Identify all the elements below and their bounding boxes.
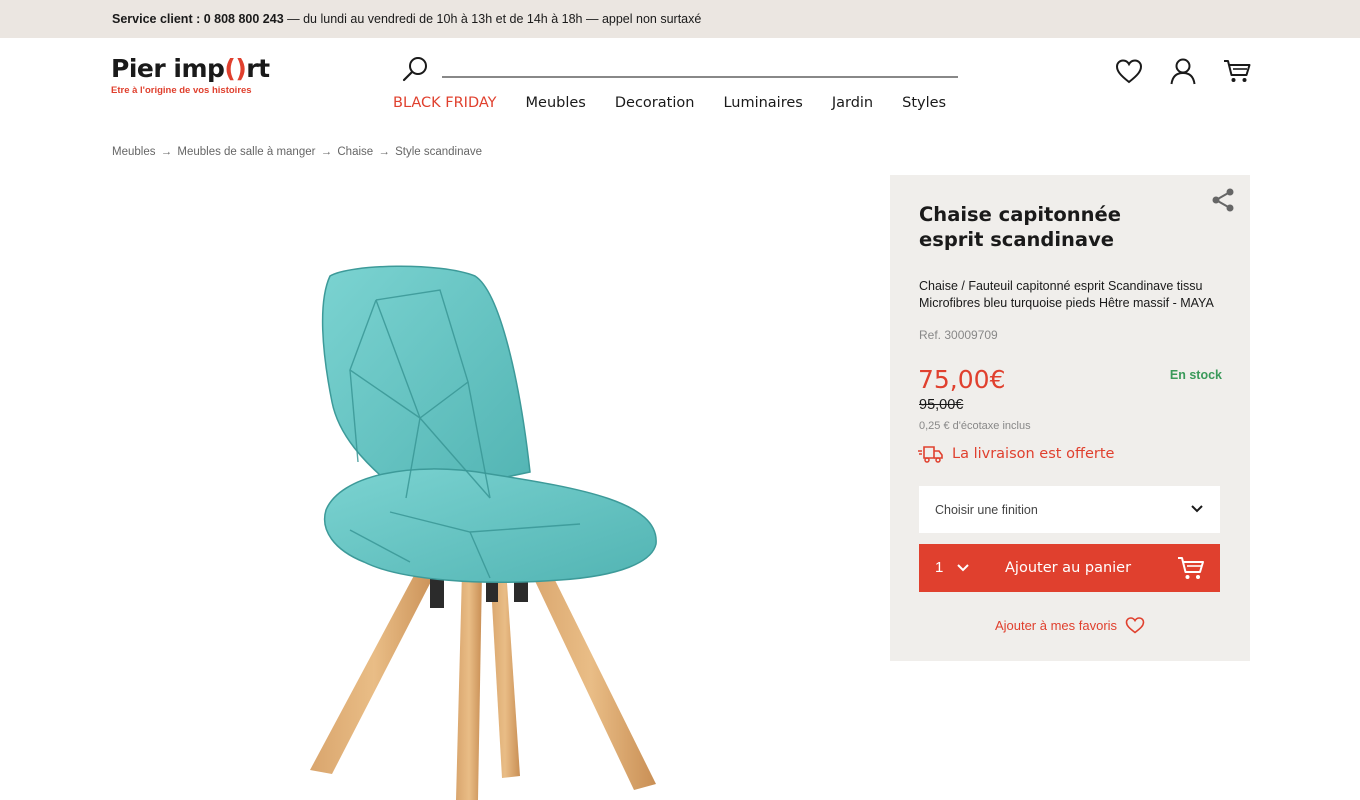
- cart-icon[interactable]: [1222, 56, 1252, 86]
- free-delivery-notice: La livraison est offerte: [918, 444, 1114, 464]
- main-nav: BLACK FRIDAY Meubles Decoration Luminair…: [393, 95, 946, 111]
- customer-service-phone: Service client : 0 808 800 243: [112, 12, 284, 26]
- customer-service-bar: Service client : 0 808 800 243 — du lund…: [0, 0, 1360, 38]
- cart-icon: [1178, 557, 1204, 579]
- breadcrumb-separator: →: [378, 146, 390, 158]
- quantity-select[interactable]: 1: [935, 544, 943, 592]
- add-to-favorites-link[interactable]: Ajouter à mes favoris: [890, 616, 1250, 634]
- breadcrumb-item[interactable]: Meubles de salle à manger: [177, 146, 315, 158]
- share-icon[interactable]: [1210, 187, 1236, 213]
- add-to-favorites-label: Ajouter à mes favoris: [994, 617, 1118, 633]
- old-price: 95,00€: [919, 397, 964, 413]
- nav-item-styles[interactable]: Styles: [902, 95, 946, 111]
- product-price: 75,00€: [918, 365, 1006, 394]
- heart-icon: [1125, 617, 1145, 634]
- product-description: Chaise / Fauteuil capitonné esprit Scand…: [919, 279, 1214, 310]
- logo-tagline: Etre à l'origine de vos histoires: [111, 85, 252, 96]
- breadcrumb: Meubles → Meubles de salle à manger → Ch…: [112, 146, 482, 158]
- customer-service-hours: — du lundi au vendredi de 10h à 13h et d…: [283, 12, 702, 26]
- product-panel: Chaise capitonnée esprit scandinave Chai…: [890, 175, 1250, 661]
- product-reference: Ref. 30009709: [919, 328, 998, 342]
- heart-icon[interactable]: [1114, 56, 1144, 86]
- product-title: Chaise capitonnée esprit scandinave: [919, 203, 1121, 251]
- search-icon[interactable]: [402, 56, 430, 82]
- search-bar: [402, 56, 958, 82]
- nav-item-luminaires[interactable]: Luminaires: [723, 95, 802, 111]
- chevron-down-icon[interactable]: [956, 561, 970, 575]
- delivery-truck-icon: [918, 446, 943, 463]
- search-input[interactable]: [442, 56, 958, 78]
- free-delivery-label: La livraison est offerte: [952, 446, 1115, 462]
- nav-item-decoration[interactable]: Decoration: [615, 95, 695, 111]
- stock-status: En stock: [1169, 368, 1222, 382]
- nav-item-meubles[interactable]: Meubles: [526, 95, 586, 111]
- logo-wordmark: Pier imp()rt: [111, 54, 270, 83]
- breadcrumb-item[interactable]: Style scandinave: [395, 146, 482, 158]
- nav-item-black-friday[interactable]: BLACK FRIDAY: [393, 95, 497, 111]
- breadcrumb-item[interactable]: Chaise: [337, 146, 373, 158]
- nav-item-jardin[interactable]: Jardin: [832, 95, 873, 111]
- breadcrumb-separator: →: [160, 146, 173, 158]
- user-icon[interactable]: [1168, 56, 1198, 86]
- add-to-cart-label: Ajouter au panier: [1005, 560, 1132, 576]
- product-image[interactable]: [290, 262, 670, 800]
- ecotax-note: 0,25 € d'écotaxe inclus: [919, 420, 1031, 432]
- chevron-down-icon: [1191, 505, 1203, 513]
- finish-select[interactable]: Choisir une finition: [919, 486, 1220, 533]
- add-to-cart-button[interactable]: 1 Ajouter au panier: [919, 544, 1220, 592]
- breadcrumb-item[interactable]: Meubles: [112, 146, 155, 158]
- site-logo[interactable]: Pier imp()rt Etre à l'origine de vos his…: [111, 54, 270, 96]
- breadcrumb-separator: →: [320, 146, 333, 158]
- header-actions: [1114, 56, 1252, 86]
- finish-select-label: Choisir une finition: [935, 502, 1038, 517]
